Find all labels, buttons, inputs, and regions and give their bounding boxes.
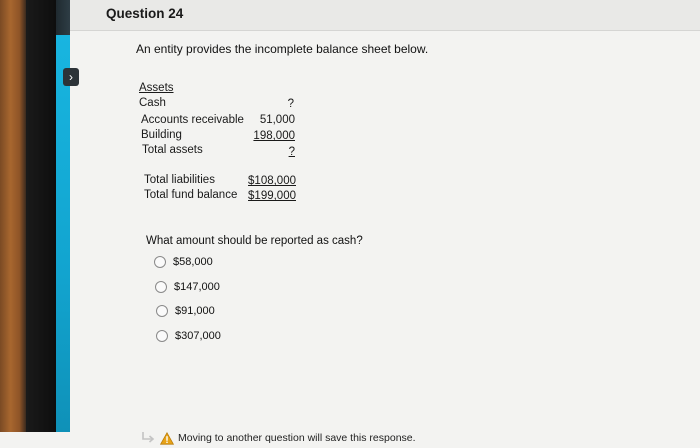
total-assets-label: Total assets [142, 144, 203, 156]
question-prompt: An entity provides the incomplete balanc… [136, 42, 429, 56]
arrow-return-icon [140, 431, 156, 445]
total-fund-balance-label: Total fund balance [144, 189, 238, 201]
answer-option-label: $147,000 [174, 281, 220, 293]
total-fund-balance-value: $199,000 [248, 190, 296, 202]
accounts-receivable-value: 51,000 [259, 114, 295, 126]
question-text: What amount should be reported as cash? [146, 235, 363, 247]
photo-background-wood [0, 0, 26, 432]
monitor-bezel [26, 0, 56, 432]
building-label: Building [141, 129, 182, 141]
assets-heading: Assets [139, 82, 174, 94]
cash-label: Cash [139, 97, 166, 109]
total-assets-value: ? [288, 146, 295, 158]
warning-icon [160, 431, 174, 445]
cash-value: ? [287, 98, 294, 110]
question-header: Question 24 [70, 0, 700, 31]
total-liabilities-label: Total liabilities [144, 174, 215, 186]
radio-button[interactable] [156, 305, 168, 317]
building-value: 198,000 [253, 130, 295, 142]
answer-option-1[interactable]: $58,000 [154, 254, 213, 270]
answer-option-label: $307,000 [175, 330, 221, 342]
save-notice: Moving to another question will save thi… [140, 428, 416, 448]
question-content: An entity provides the incomplete balanc… [70, 31, 700, 445]
sidebar-accent-bar [56, 35, 70, 432]
question-title: Question 24 [106, 6, 184, 21]
accounts-receivable-label: Accounts receivable [141, 114, 244, 126]
radio-button[interactable] [155, 281, 167, 293]
answer-option-2[interactable]: $147,000 [155, 279, 220, 295]
answer-option-label: $58,000 [173, 256, 213, 268]
answer-option-3[interactable]: $91,000 [156, 303, 215, 319]
answer-option-label: $91,000 [175, 305, 215, 317]
radio-button[interactable] [154, 256, 166, 268]
total-liabilities-value: $108,000 [248, 175, 296, 187]
answer-option-4[interactable]: $307,000 [156, 328, 221, 344]
save-notice-text: Moving to another question will save thi… [178, 432, 416, 444]
radio-button[interactable] [156, 330, 168, 342]
